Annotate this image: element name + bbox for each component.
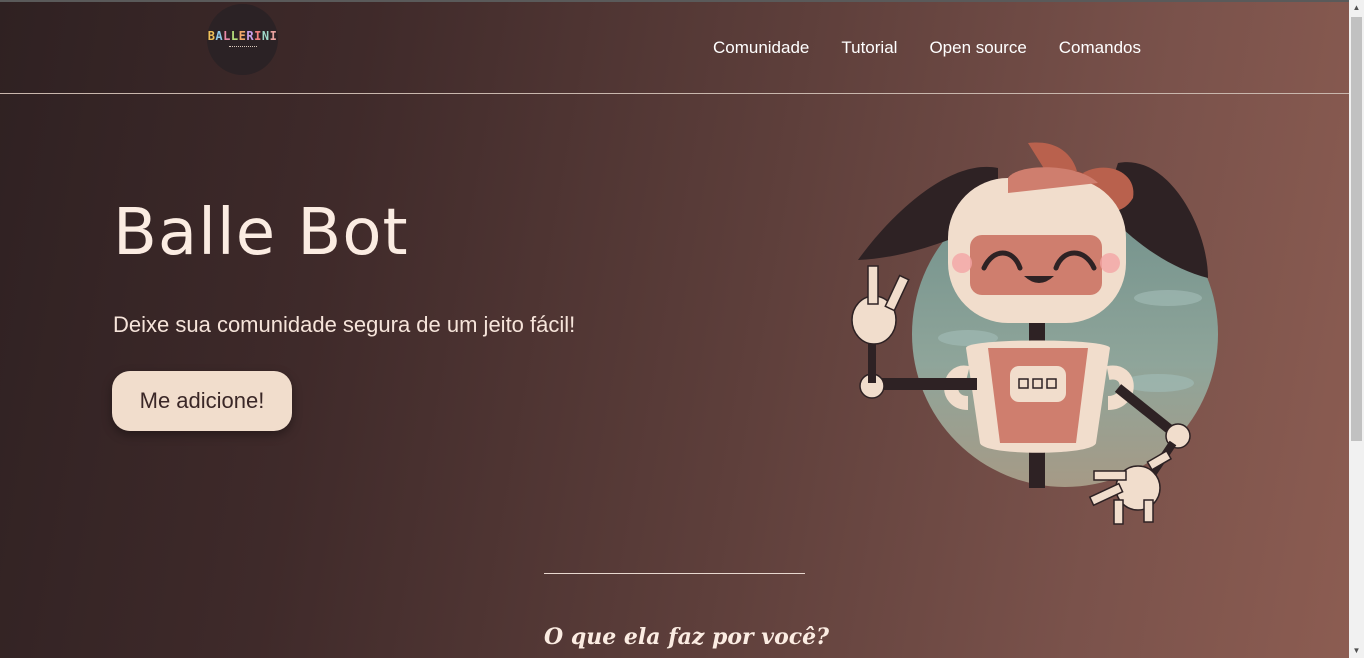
section-divider [544, 573, 805, 574]
nav-link-comunidade[interactable]: Comunidade [713, 38, 809, 58]
scroll-up-arrow-icon[interactable]: ▲ [1349, 0, 1364, 15]
brand-logo[interactable]: BALLERINI [207, 4, 278, 75]
hero-subtitle: Deixe sua comunidade segura de um jeito … [113, 312, 576, 337]
hero-title: Balle Bot [113, 196, 409, 270]
site-header: BALLERINI Comunidade Tutorial Open sourc… [0, 2, 1349, 94]
scroll-down-arrow-icon[interactable]: ▼ [1349, 643, 1364, 658]
scrollbar-thumb[interactable] [1351, 17, 1362, 441]
nav-link-tutorial[interactable]: Tutorial [841, 38, 897, 58]
nav-link-open-source[interactable]: Open source [929, 38, 1026, 58]
logo-decoration [228, 46, 257, 50]
page-scrollbar[interactable]: ▲ ▼ [1349, 0, 1364, 658]
add-bot-button[interactable]: Me adicione! [112, 371, 292, 431]
main-nav: Comunidade Tutorial Open source Comandos [713, 38, 1141, 58]
logo-wordmark: BALLERINI [207, 29, 278, 43]
nav-link-comandos[interactable]: Comandos [1059, 38, 1141, 58]
robot-mascot-icon [848, 138, 1228, 533]
features-section-title: O que ela faz por você? [544, 624, 830, 650]
